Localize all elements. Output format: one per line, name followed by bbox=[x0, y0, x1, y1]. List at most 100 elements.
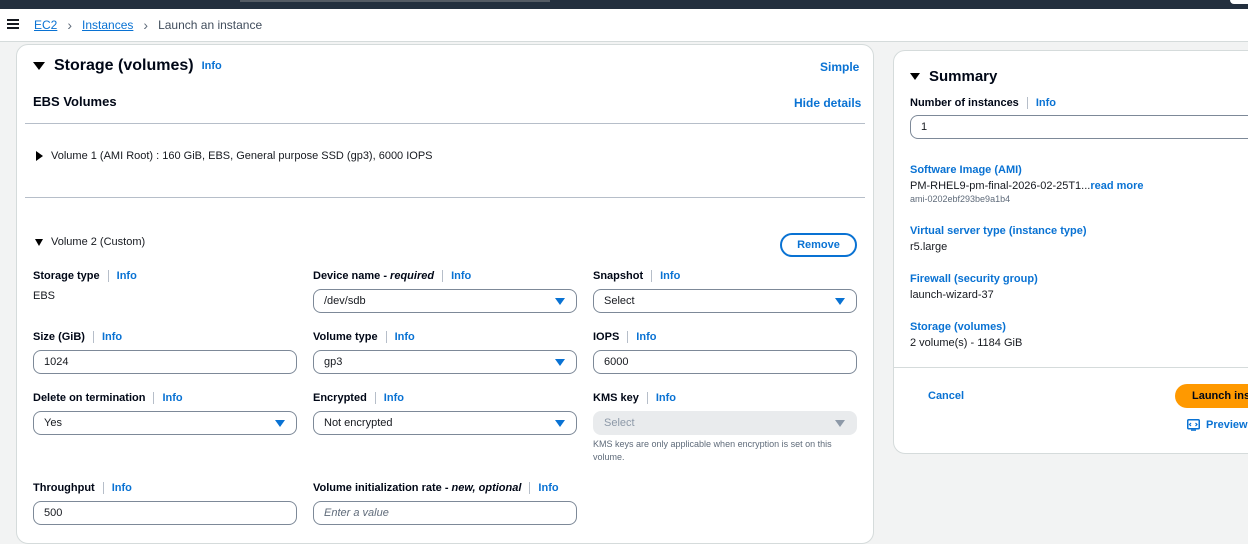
preview-code-label: Preview code bbox=[1206, 419, 1248, 431]
instance-type-summary: Virtual server type (instance type) r5.l… bbox=[910, 225, 1248, 253]
instances-info-link[interactable]: Info bbox=[1036, 97, 1056, 109]
ami-link[interactable]: Software Image (AMI) bbox=[910, 164, 1248, 176]
iops-info-link[interactable]: Info bbox=[636, 331, 656, 343]
device-name-select[interactable]: /dev/sdb bbox=[313, 289, 577, 313]
summary-panel: Summary Number of instances Info 1 Softwa… bbox=[893, 50, 1248, 454]
simple-link[interactable]: Simple bbox=[820, 60, 859, 74]
delete-on-termination-field: Delete on termination Info Yes bbox=[33, 391, 297, 435]
device-name-label: Device name - bbox=[313, 270, 387, 282]
kms-key-field: KMS key Info Select KMS keys are only app… bbox=[593, 391, 857, 464]
firewall-link[interactable]: Firewall (security group) bbox=[910, 273, 1248, 285]
size-info-link[interactable]: Info bbox=[102, 331, 122, 343]
ebs-volumes-title: EBS Volumes bbox=[33, 94, 117, 109]
breadcrumb-ec2[interactable]: EC2 bbox=[34, 18, 57, 32]
snapshot-label: Snapshot bbox=[593, 270, 644, 282]
volume-type-select[interactable]: gp3 bbox=[313, 350, 577, 374]
delete-on-termination-select[interactable]: Yes bbox=[33, 411, 297, 435]
volume-2-toggle[interactable]: Volume 2 (Custom) bbox=[35, 236, 145, 248]
search-strip[interactable] bbox=[240, 0, 550, 2]
caret-down-icon bbox=[835, 420, 845, 427]
kms-key-hint: KMS keys are only applicable when encryp… bbox=[593, 439, 832, 462]
size-input[interactable]: 1024 bbox=[33, 350, 297, 374]
encrypted-field: Encrypted Info Not encrypted bbox=[313, 391, 577, 435]
instances-input[interactable]: 1 bbox=[910, 115, 1248, 139]
volume-2-title: Volume 2 (Custom) bbox=[51, 236, 146, 248]
delete-on-termination-info-link[interactable]: Info bbox=[162, 392, 182, 404]
throughput-input[interactable]: 500 bbox=[33, 501, 297, 525]
volume-type-label: Volume type bbox=[313, 331, 378, 343]
instances-label: Number of instances bbox=[910, 97, 1019, 109]
size-label: Size (GiB) bbox=[33, 331, 85, 343]
caret-down-icon[interactable] bbox=[910, 73, 920, 80]
caret-down-icon[interactable] bbox=[33, 62, 45, 70]
encrypted-select[interactable]: Not encrypted bbox=[313, 411, 577, 435]
kms-key-info-link[interactable]: Info bbox=[656, 392, 676, 404]
caret-down-icon bbox=[555, 298, 565, 305]
storage-type-field: Storage type Info EBS bbox=[33, 269, 297, 302]
instances-field: Number of instances Info 1 bbox=[910, 96, 1248, 139]
snapshot-select[interactable]: Select bbox=[593, 289, 857, 313]
firewall-value: launch-wizard-37 bbox=[910, 289, 994, 301]
ami-value: PM-RHEL9-pm-final-2026-02-25T1... bbox=[910, 180, 1091, 192]
summary-header[interactable]: Summary bbox=[910, 68, 997, 85]
volume-1-summary: Volume 1 (AMI Root) : 160 GiB, EBS, Gene… bbox=[51, 150, 433, 162]
volume-type-info-link[interactable]: Info bbox=[395, 331, 415, 343]
throughput-info-link[interactable]: Info bbox=[112, 482, 132, 494]
caret-down-icon bbox=[35, 238, 43, 246]
read-more-link[interactable]: read more bbox=[1090, 180, 1143, 192]
storage-type-label: Storage type bbox=[33, 270, 100, 282]
divider bbox=[894, 367, 1248, 368]
storage-header[interactable]: Storage (volumes) Info bbox=[33, 57, 222, 75]
breadcrumb-instances[interactable]: Instances bbox=[82, 18, 133, 32]
init-rate-optional: new, optional bbox=[451, 482, 522, 494]
encrypted-info-link[interactable]: Info bbox=[384, 392, 404, 404]
instance-type-link[interactable]: Virtual server type (instance type) bbox=[910, 225, 1248, 237]
snapshot-info-link[interactable]: Info bbox=[660, 270, 680, 282]
storage-summary-value: 2 volume(s) - 1184 GiB bbox=[910, 337, 1023, 349]
size-field: Size (GiB) Info 1024 bbox=[33, 330, 297, 374]
device-name-required: required bbox=[390, 270, 435, 282]
storage-summary-link[interactable]: Storage (volumes) bbox=[910, 321, 1248, 333]
init-rate-field: Volume initialization rate - new, option… bbox=[313, 481, 577, 525]
nav-corner bbox=[1230, 0, 1248, 4]
storage-type-value: EBS bbox=[33, 290, 56, 302]
init-rate-input[interactable]: Enter a value bbox=[313, 501, 577, 525]
caret-down-icon bbox=[835, 298, 845, 305]
kms-key-label: KMS key bbox=[593, 392, 639, 404]
caret-down-icon bbox=[555, 420, 565, 427]
chevron-right-icon: › bbox=[143, 17, 149, 33]
device-name-info-link[interactable]: Info bbox=[451, 270, 471, 282]
iops-input[interactable]: 6000 bbox=[593, 350, 857, 374]
iops-field: IOPS Info 6000 bbox=[593, 330, 857, 374]
instance-type-value: r5.large bbox=[910, 241, 948, 253]
divider bbox=[25, 123, 865, 124]
throughput-field: Throughput Info 500 bbox=[33, 481, 297, 525]
top-nav-bar bbox=[0, 0, 1248, 9]
summary-title: Summary bbox=[929, 68, 998, 85]
preview-code-link[interactable]: Preview code bbox=[1187, 419, 1248, 431]
caret-down-icon bbox=[275, 420, 285, 427]
storage-type-info-link[interactable]: Info bbox=[117, 270, 137, 282]
hide-details-link[interactable]: Hide details bbox=[794, 96, 861, 110]
delete-on-termination-label: Delete on termination bbox=[33, 392, 146, 404]
remove-button[interactable]: Remove bbox=[780, 233, 857, 257]
firewall-summary: Firewall (security group) launch-wizard-… bbox=[910, 273, 1248, 301]
iops-label: IOPS bbox=[593, 331, 620, 343]
chevron-right-icon: › bbox=[67, 17, 73, 33]
ami-id: ami-0202ebf293be9a1b4 bbox=[910, 194, 1011, 204]
cancel-button[interactable]: Cancel bbox=[928, 390, 964, 402]
device-name-field: Device name - required Info /dev/sdb bbox=[313, 269, 577, 313]
storage-info-link[interactable]: Info bbox=[202, 60, 222, 72]
snapshot-field: Snapshot Info Select bbox=[593, 269, 857, 313]
init-rate-info-link[interactable]: Info bbox=[538, 482, 558, 494]
breadcrumb-current: Launch an instance bbox=[158, 18, 263, 32]
caret-right-icon bbox=[36, 151, 43, 161]
caret-down-icon bbox=[555, 359, 565, 366]
init-rate-label: Volume initialization rate - bbox=[313, 482, 449, 494]
ami-summary: Software Image (AMI) PM-RHEL9-pm-final-2… bbox=[910, 164, 1248, 204]
menu-icon[interactable] bbox=[7, 19, 19, 29]
encrypted-label: Encrypted bbox=[313, 392, 367, 404]
kms-key-select: Select bbox=[593, 411, 857, 435]
launch-instance-button[interactable]: Launch instance bbox=[1175, 384, 1248, 408]
volume-1-toggle[interactable]: Volume 1 (AMI Root) : 160 GiB, EBS, Gene… bbox=[36, 150, 433, 162]
